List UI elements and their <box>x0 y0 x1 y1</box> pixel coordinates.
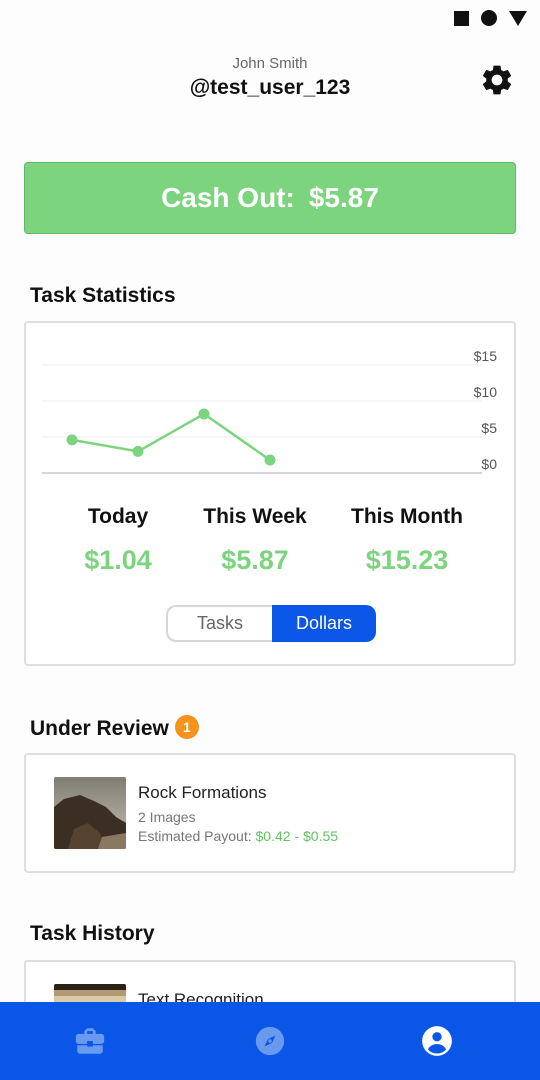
review-item-title: Rock Formations <box>138 783 267 802</box>
toggle-tasks-button[interactable]: Tasks <box>166 605 272 642</box>
chart-y-tick-label: $15 <box>474 348 498 364</box>
chart-data-point <box>198 408 210 420</box>
stat-week-value: $5.87 <box>221 545 289 575</box>
under-review-header: Under Review 1 <box>30 715 199 741</box>
circle-icon <box>481 10 497 26</box>
stat-month-label: This Month <box>351 505 463 528</box>
stat-this-month: This Month $15.23 <box>332 505 482 576</box>
settings-gear-icon[interactable] <box>479 62 515 98</box>
review-item-payout: Estimated Payout: $0.42 - $0.55 <box>138 828 338 844</box>
rock-formations-thumbnail <box>54 777 126 849</box>
task-statistics-title: Task Statistics <box>30 284 176 307</box>
triangle-icon <box>509 10 527 26</box>
chart-data-point <box>264 454 276 466</box>
profile-name: John Smith <box>232 55 308 72</box>
profile-handle: @test_user_123 <box>189 76 351 99</box>
status-bar <box>0 0 540 36</box>
task-history-title: Task History <box>30 922 155 945</box>
stat-month-value: $15.23 <box>365 545 449 575</box>
square-icon <box>454 10 469 26</box>
under-review-count-badge: 1 <box>174 715 199 739</box>
earnings-line-chart: $15 $10 $5 $0 <box>42 348 498 474</box>
chart-data-point <box>132 445 144 457</box>
cash-out-amount: $5.87 <box>308 182 379 213</box>
payout-range: $0.42 - $0.55 <box>255 828 339 844</box>
account-circle-icon[interactable] <box>420 1024 454 1058</box>
chart-y-tick-label: $10 <box>474 384 498 400</box>
review-item-card[interactable]: Rock Formations 2 Images Estimated Payou… <box>24 753 516 873</box>
stat-week-label: This Week <box>203 505 307 528</box>
under-review-title: Under Review <box>30 717 169 740</box>
toggle-dollars-button[interactable]: Dollars <box>272 605 376 642</box>
stat-today-label: Today <box>87 505 149 528</box>
cash-out-label: Cash Out: <box>161 182 295 213</box>
task-statistics-card: $15 $10 $5 $0 Today $1.04 This Week $5.87 T… <box>24 321 516 666</box>
system-status-icons <box>454 10 527 26</box>
briefcase-icon[interactable] <box>73 1024 107 1058</box>
payout-label: Estimated Payout: <box>138 828 252 844</box>
cash-out-button[interactable]: Cash Out: $5.87 <box>24 162 516 234</box>
chart-y-tick-label: $5 <box>481 420 497 436</box>
stat-today-value: $1.04 <box>84 545 152 575</box>
units-toggle: Tasks Dollars <box>166 605 376 642</box>
stat-this-week: This Week $5.87 <box>190 505 320 576</box>
stat-today: Today $1.04 <box>58 505 178 576</box>
review-item-image-count: 2 Images <box>138 809 196 825</box>
chart-y-tick-label: $0 <box>481 456 497 472</box>
bottom-navigation <box>0 1002 540 1080</box>
chart-data-point <box>66 434 78 446</box>
compass-icon[interactable] <box>253 1024 287 1058</box>
